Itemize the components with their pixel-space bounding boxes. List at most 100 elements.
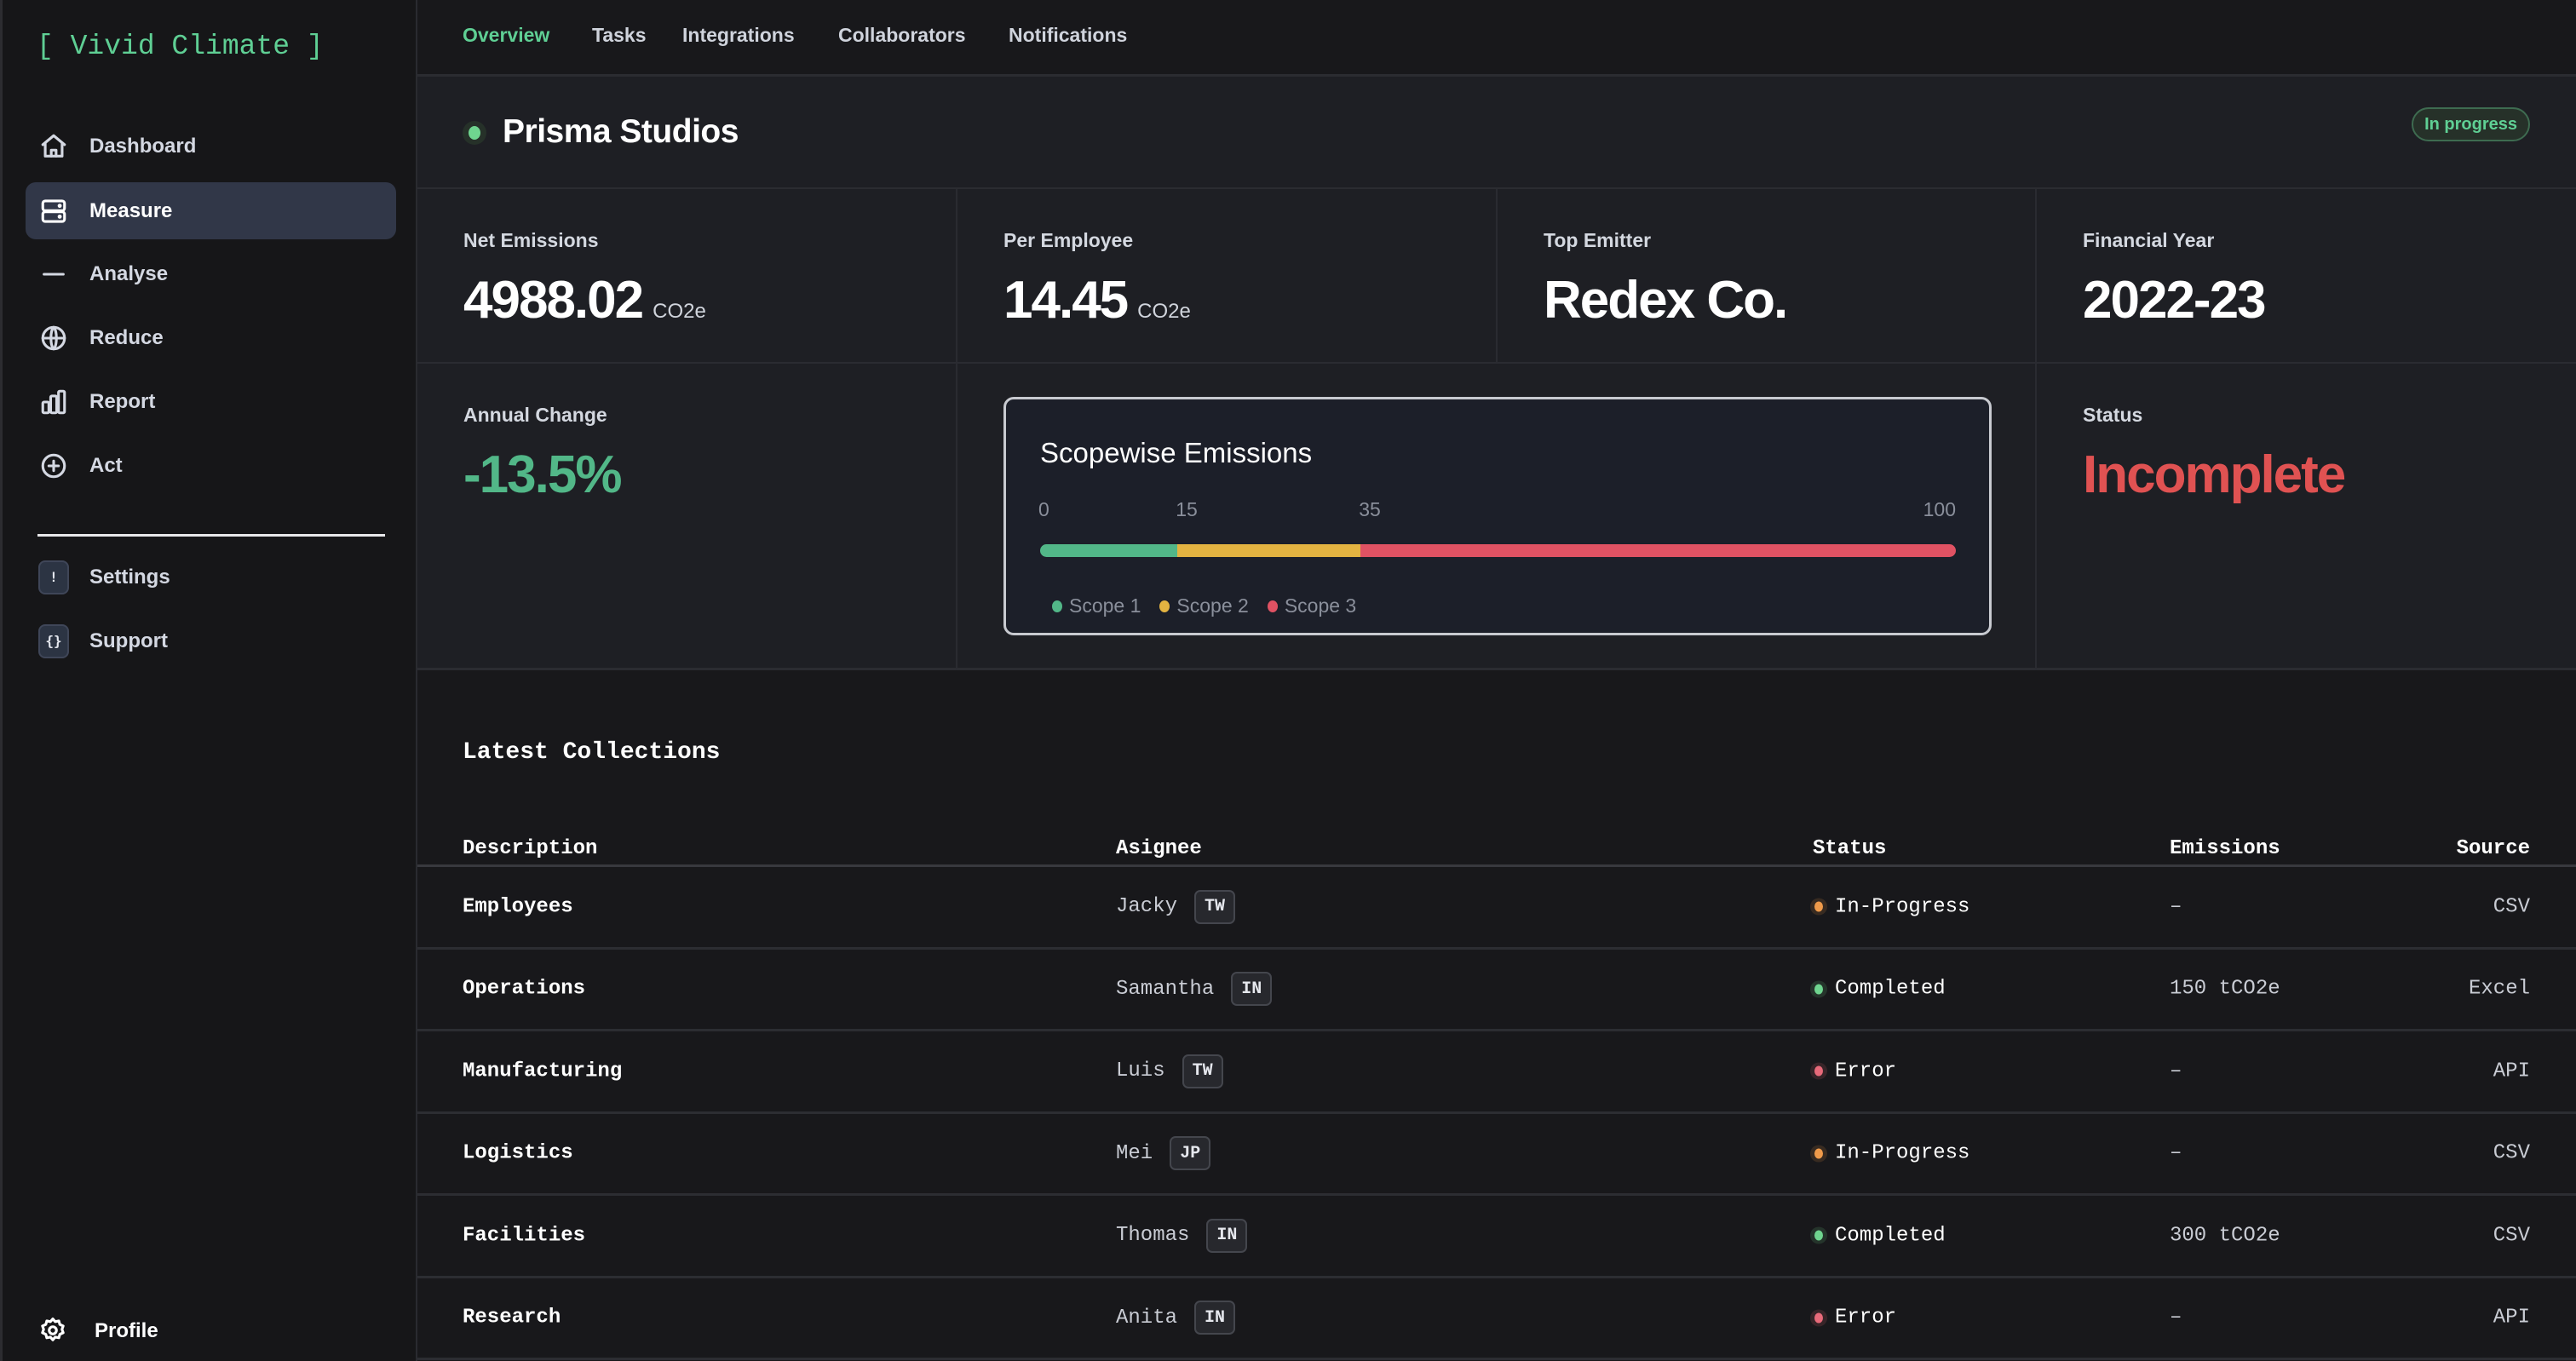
server-icon xyxy=(38,196,69,227)
home-icon xyxy=(38,131,69,162)
sidebar-item-measure[interactable]: Measure xyxy=(26,182,396,239)
table-row[interactable]: Research Anita IN Error – API xyxy=(417,1278,2576,1360)
sidebar-item-label: Support xyxy=(89,629,168,652)
column-header-assignee[interactable]: Asignee xyxy=(1116,837,1202,860)
assignee-name: Mei xyxy=(1116,1141,1153,1165)
table-row[interactable]: Operations Samantha IN Completed 150 tCO… xyxy=(417,950,2576,1031)
sidebar-item-profile[interactable]: Profile xyxy=(26,1303,396,1359)
tab-integrations[interactable]: Integrations xyxy=(682,24,795,47)
legend-dot-icon xyxy=(1267,600,1278,612)
sidebar-item-support[interactable]: {} Support xyxy=(26,612,396,669)
cell-status: Error xyxy=(1810,1060,1897,1083)
stat-label: Per Employee xyxy=(1003,229,1134,251)
sidebar-item-label: Reduce xyxy=(89,325,164,349)
sidebar-divider xyxy=(37,534,385,537)
sidebar-item-report[interactable]: Report xyxy=(26,373,396,430)
stat-value: 14.45 CO2e xyxy=(1003,271,1191,330)
cell-emissions: 300 tCO2e xyxy=(2170,1224,2280,1248)
bar-segment-scope-3[interactable] xyxy=(1360,544,1956,557)
sidebar-item-settings[interactable]: ! Settings xyxy=(26,548,396,606)
stat-label: Annual Change xyxy=(463,404,607,426)
tick-label: 100 xyxy=(1923,498,1956,520)
table-row[interactable]: Facilities Thomas IN Completed 300 tCO2e… xyxy=(417,1196,2576,1278)
cell-status: In-Progress xyxy=(1810,1142,1969,1165)
bar-chart-icon xyxy=(38,387,69,417)
legend-item: Scope 1 xyxy=(1052,594,1141,617)
table-row[interactable]: Logistics Mei JP In-Progress – CSV xyxy=(417,1114,2576,1196)
table-row[interactable]: Employees Jacky TW In-Progress – CSV xyxy=(417,867,2576,950)
cell-assignee: Luis TW xyxy=(1116,1054,1223,1088)
table-row[interactable]: Manufacturing Luis TW Error – API xyxy=(417,1031,2576,1114)
cell-description: Logistics xyxy=(463,1141,573,1165)
cell-source: Excel xyxy=(2468,977,2530,1001)
country-badge: JP xyxy=(1170,1136,1211,1171)
stat-per-employee: Per Employee 14.45 CO2e xyxy=(957,189,1498,364)
legend-item: Scope 2 xyxy=(1159,594,1249,617)
profile-label: Profile xyxy=(95,1319,158,1342)
cell-emissions: – xyxy=(2170,1060,2182,1083)
assignee-name: Jacky xyxy=(1116,895,1178,919)
stat-label: Net Emissions xyxy=(463,229,599,251)
status-label: Completed xyxy=(1835,977,1946,1001)
cell-assignee: Samantha IN xyxy=(1116,972,1273,1007)
sidebar-item-act[interactable]: Act xyxy=(26,437,396,494)
column-header-status[interactable]: Status xyxy=(1813,837,1886,860)
cell-status: Completed xyxy=(1810,1224,1946,1247)
app-logo[interactable]: [ Vivid Climate ] xyxy=(37,31,324,62)
assignee-name: Anita xyxy=(1116,1306,1178,1329)
tab-tasks[interactable]: Tasks xyxy=(592,24,647,47)
assignee-name: Samantha xyxy=(1116,977,1215,1001)
stat-value: Incomplete xyxy=(2083,445,2346,504)
bar-segment-scope-1[interactable] xyxy=(1040,544,1178,557)
page-title: Prisma Studios xyxy=(503,113,739,150)
chart-title: Scopewise Emissions xyxy=(1040,437,1313,468)
column-header-description[interactable]: Description xyxy=(463,837,597,860)
tab-notifications[interactable]: Notifications xyxy=(1009,24,1127,47)
status-dot-icon xyxy=(1810,980,1827,998)
stat-financial-year: Financial Year 2022-23 xyxy=(2037,189,2576,364)
sidebar: [ Vivid Climate ] Dashboard Measure Anal… xyxy=(0,0,417,1361)
cell-emissions: – xyxy=(2170,1306,2182,1329)
assignee-name: Luis xyxy=(1116,1060,1165,1083)
stat-value: Redex Co. xyxy=(1544,271,1788,330)
cell-emissions: 150 tCO2e xyxy=(2170,977,2280,1001)
cell-status: Error xyxy=(1810,1306,1896,1329)
tab-overview[interactable]: Overview xyxy=(463,24,549,47)
status-badge: In progress xyxy=(2412,107,2530,141)
cell-description: Research xyxy=(463,1306,561,1329)
sidebar-item-label: Settings xyxy=(89,565,170,589)
gear-icon xyxy=(38,1316,69,1347)
main-content: Overview Tasks Integrations Collaborator… xyxy=(417,0,2576,1361)
country-badge: TW xyxy=(1182,1054,1223,1088)
scope-bar-track xyxy=(1040,544,1956,557)
legend-label: Scope 3 xyxy=(1284,594,1357,617)
stat-label: Top Emitter xyxy=(1544,229,1652,251)
sidebar-item-reduce[interactable]: Reduce xyxy=(26,309,396,366)
globe-icon xyxy=(38,323,69,353)
stat-unit: CO2e xyxy=(653,300,706,323)
stat-label: Financial Year xyxy=(2083,229,2215,251)
bar-segment-scope-2[interactable] xyxy=(1177,544,1361,557)
column-header-source[interactable]: Source xyxy=(2457,837,2530,860)
cell-emissions: – xyxy=(2170,895,2182,919)
minus-icon xyxy=(38,259,69,290)
cell-assignee: Jacky TW xyxy=(1116,889,1236,924)
top-tabs: Overview Tasks Integrations Collaborator… xyxy=(417,0,2576,77)
status-indicator-dot xyxy=(463,121,486,145)
cell-description: Facilities xyxy=(463,1224,586,1248)
country-badge: TW xyxy=(1194,889,1236,924)
scope-chart: Scope 1 Scope 2 Scope 3 0 15 35 100 xyxy=(1038,498,1956,617)
cell-emissions: – xyxy=(2170,1141,2182,1165)
sidebar-item-label: Report xyxy=(89,389,156,413)
assignee-name: Thomas xyxy=(1116,1224,1190,1248)
column-header-emissions[interactable]: Emissions xyxy=(2170,837,2280,860)
tab-collaborators[interactable]: Collaborators xyxy=(838,24,966,47)
legend-label: Scope 2 xyxy=(1176,594,1249,617)
cell-description: Operations xyxy=(463,977,586,1001)
status-label: Error xyxy=(1835,1060,1897,1083)
table-body: Employees Jacky TW In-Progress – CSV Ope… xyxy=(417,867,2576,1360)
stat-annual-change: Annual Change -13.5% xyxy=(417,364,957,670)
sidebar-item-label: Measure xyxy=(89,198,173,222)
sidebar-item-dashboard[interactable]: Dashboard xyxy=(26,118,396,175)
sidebar-item-analyse[interactable]: Analyse xyxy=(26,245,396,302)
